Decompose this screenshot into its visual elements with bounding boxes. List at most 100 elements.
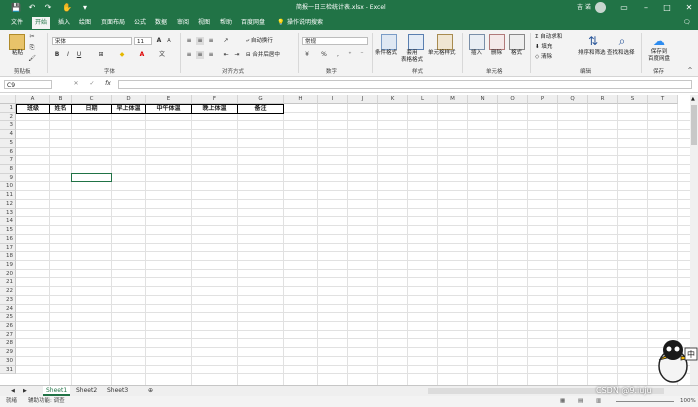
sheet-tab-sheet2[interactable]: Sheet2: [73, 386, 100, 396]
row-header-10[interactable]: 10: [0, 182, 16, 192]
format-cells-icon[interactable]: [509, 34, 525, 50]
header-cell-E[interactable]: 中午体温: [145, 104, 192, 114]
find-select-icon[interactable]: ⌕: [615, 34, 629, 48]
orientation-icon[interactable]: ↗: [222, 37, 230, 45]
tab-help[interactable]: 帮助: [217, 17, 235, 29]
row-header-12[interactable]: 12: [0, 199, 16, 209]
column-header-J[interactable]: J: [348, 95, 378, 104]
row-header-31[interactable]: 31: [0, 365, 16, 375]
header-cell-D[interactable]: 早上体温: [111, 104, 146, 114]
header-cell-B[interactable]: 姓名: [49, 104, 72, 114]
column-header-O[interactable]: O: [498, 95, 528, 104]
selected-cell[interactable]: [71, 172, 112, 183]
baidu-cloud-icon[interactable]: ☁: [652, 34, 666, 48]
customize-toolbar-icon[interactable]: ▾: [80, 3, 90, 13]
merge-center-button[interactable]: ⊟ 合并后居中: [246, 52, 280, 59]
font-color-icon[interactable]: A: [138, 51, 146, 59]
conditional-format-icon[interactable]: [381, 34, 397, 50]
column-header-S[interactable]: S: [618, 95, 648, 104]
row-header-25[interactable]: 25: [0, 313, 16, 322]
font-size-select[interactable]: 11: [134, 37, 152, 45]
enter-icon[interactable]: ✓: [88, 80, 96, 88]
undo-icon[interactable]: ↶: [27, 3, 37, 13]
borders-icon[interactable]: ⊞: [97, 51, 105, 59]
column-header-A[interactable]: A: [16, 95, 50, 104]
clear-button[interactable]: ◇ 清除: [535, 54, 552, 61]
save-icon[interactable]: 💾: [11, 3, 21, 13]
minimize-icon[interactable]: –: [641, 3, 651, 13]
font-name-select[interactable]: 宋体: [52, 37, 132, 45]
align-center-icon[interactable]: ≡: [196, 51, 204, 59]
sort-filter-icon[interactable]: ⇅: [586, 34, 600, 48]
tab-formulas[interactable]: 公式: [131, 17, 149, 29]
fill-color-icon[interactable]: ◆: [118, 51, 126, 59]
column-header-B[interactable]: B: [50, 95, 72, 104]
tab-view[interactable]: 视图: [195, 17, 213, 29]
row-header-5[interactable]: 5: [0, 138, 16, 148]
row-header-11[interactable]: 11: [0, 191, 16, 200]
column-header-L[interactable]: L: [408, 95, 438, 104]
header-cell-G[interactable]: 备注: [237, 104, 284, 114]
accessibility-status[interactable]: 辅助功能: 调查: [28, 396, 65, 407]
increase-indent-icon[interactable]: ⇥: [233, 51, 241, 59]
row-header-21[interactable]: 21: [0, 278, 16, 288]
column-header-N[interactable]: N: [468, 95, 498, 104]
cell-styles-button[interactable]: 单元格样式: [428, 50, 456, 57]
row-header-29[interactable]: 29: [0, 348, 16, 357]
increase-decimal-icon[interactable]: ⁺: [346, 51, 354, 59]
comments-icon[interactable]: 🗨: [680, 17, 694, 29]
column-header-K[interactable]: K: [378, 95, 408, 104]
formula-input[interactable]: [118, 80, 692, 89]
currency-icon[interactable]: ¥: [303, 51, 311, 59]
find-select-button[interactable]: 查找和选择: [607, 50, 635, 57]
grow-font-button[interactable]: A: [155, 37, 163, 45]
column-header-D[interactable]: D: [112, 95, 146, 104]
phonetic-icon[interactable]: 文: [158, 51, 166, 59]
maximize-icon[interactable]: □: [662, 3, 672, 13]
fill-button[interactable]: ⬇ 填充: [535, 44, 552, 51]
insert-cells-icon[interactable]: [469, 34, 485, 50]
avatar[interactable]: [595, 2, 606, 13]
sort-filter-button[interactable]: 排序和筛选: [578, 50, 606, 57]
column-header-P[interactable]: P: [528, 95, 558, 104]
row-header-1[interactable]: 1: [0, 104, 16, 113]
decrease-decimal-icon[interactable]: ⁻: [358, 51, 366, 59]
row-header-3[interactable]: 3: [0, 121, 16, 131]
column-header-C[interactable]: C: [72, 95, 112, 104]
column-header-T[interactable]: T: [648, 95, 678, 104]
column-header-M[interactable]: M: [438, 95, 468, 104]
normal-view-icon[interactable]: ▦: [560, 396, 565, 407]
close-icon[interactable]: ✕: [684, 3, 694, 13]
row-header-8[interactable]: 8: [0, 165, 16, 174]
shrink-font-button[interactable]: A: [165, 37, 173, 45]
save-to-baidu-button[interactable]: 保存到 百度网盘: [648, 49, 670, 63]
row-header-23[interactable]: 23: [0, 295, 16, 305]
tab-draw[interactable]: 绘图: [76, 17, 94, 29]
row-header-9[interactable]: 9: [0, 173, 16, 183]
row-header-13[interactable]: 13: [0, 208, 16, 218]
tab-baidu-netdisk[interactable]: 百度网盘: [238, 17, 268, 29]
tab-home[interactable]: 开始: [32, 17, 51, 29]
insert-cells-button[interactable]: 插入: [471, 50, 482, 57]
zoom-slider[interactable]: [616, 401, 674, 402]
ribbon-display-icon[interactable]: ▭: [619, 3, 629, 13]
align-right-icon[interactable]: ≡: [207, 51, 215, 59]
row-header-2[interactable]: 2: [0, 112, 16, 122]
format-painter-icon[interactable]: 🖌: [28, 55, 36, 63]
row-header-15[interactable]: 15: [0, 226, 16, 235]
tell-me-search[interactable]: 操作说明搜索: [284, 17, 326, 29]
align-bottom-icon[interactable]: ≡: [207, 37, 215, 45]
sheet-tab-sheet1[interactable]: Sheet1: [43, 386, 71, 396]
row-header-30[interactable]: 30: [0, 356, 16, 366]
underline-button[interactable]: U: [75, 51, 83, 59]
name-box[interactable]: C9: [4, 80, 52, 89]
italic-button[interactable]: I: [64, 51, 72, 59]
user-name[interactable]: 吉 诺: [577, 3, 591, 13]
select-all-corner[interactable]: [0, 95, 16, 104]
column-header-H[interactable]: H: [284, 95, 318, 104]
row-header-28[interactable]: 28: [0, 339, 16, 349]
tab-page-layout[interactable]: 页面布局: [98, 17, 128, 29]
autosum-button[interactable]: Σ 自动求和: [535, 34, 562, 41]
header-cell-F[interactable]: 晚上体温: [191, 104, 238, 114]
align-middle-icon[interactable]: ≡: [196, 37, 204, 45]
